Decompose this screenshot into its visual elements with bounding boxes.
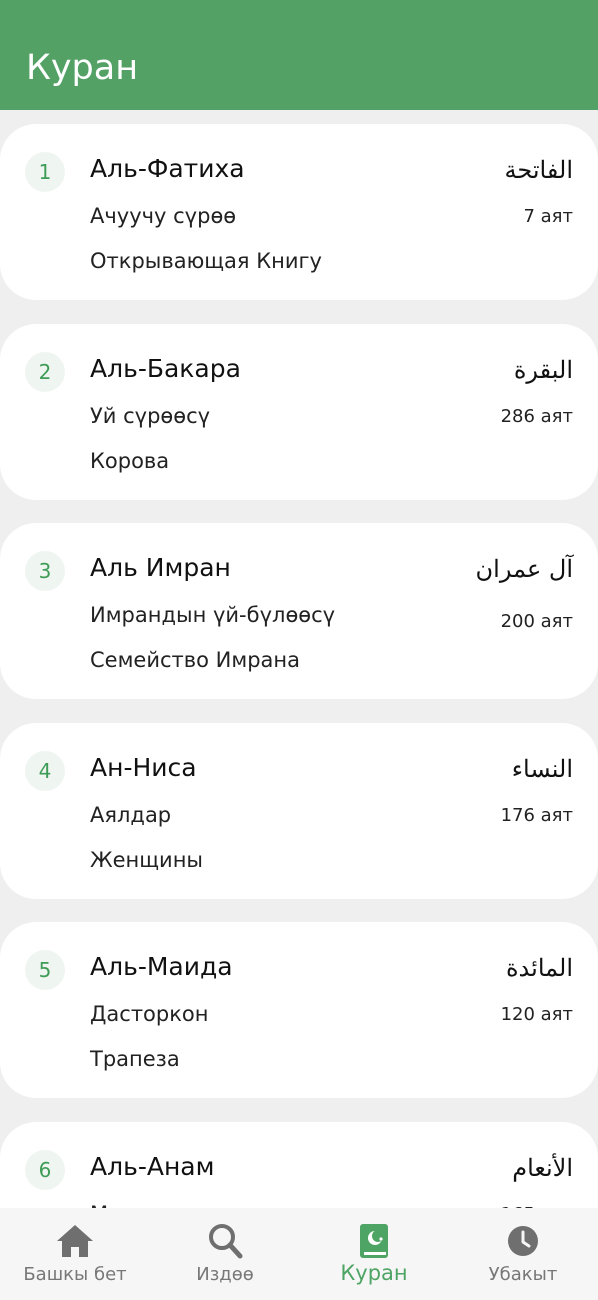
surah-russian-name: Корова xyxy=(90,449,170,473)
clock-icon xyxy=(508,1226,538,1256)
surah-meaning: Аялдар xyxy=(90,803,172,827)
surah-russian-name: Женщины xyxy=(90,848,204,872)
surah-arabic-name: المائدة xyxy=(505,954,573,982)
surah-meaning: Мал-жандыктар xyxy=(90,1197,270,1208)
surah-ayat-count: 286 аят xyxy=(500,406,573,427)
surah-arabic-name: الفاتحة xyxy=(504,156,573,184)
surah-ayat-count: 165 аят xyxy=(501,1200,573,1208)
surah-name: Аль-Анам xyxy=(90,1152,215,1181)
surah-arabic-name: البقرة xyxy=(513,356,573,384)
surah-name: Аль-Бакара xyxy=(90,354,241,383)
quran-book-icon xyxy=(360,1224,388,1258)
nav-item-time[interactable]: Убакыт xyxy=(448,1208,598,1300)
surah-meaning: Ачуучу сүрөө xyxy=(90,204,237,228)
surah-meaning: Имрандын үй-бүлөөсү xyxy=(90,603,336,627)
nav-label-quran: Куран xyxy=(340,1261,408,1285)
surah-russian-name: Открывающая Книгу xyxy=(90,249,322,273)
surah-ayat-count: 200 аят xyxy=(500,611,573,632)
nav-label-home: Башкы бет xyxy=(23,1264,127,1285)
surah-name: Аль Имран xyxy=(90,553,231,582)
surah-number-badge: 4 xyxy=(25,751,65,791)
nav-item-quran[interactable]: Куран xyxy=(299,1208,449,1300)
surah-card[interactable]: 2 Аль-Бакара البقرة Уй сүрөөсү 286 аят К… xyxy=(0,324,598,500)
surah-card[interactable]: 5 Аль-Маида المائدة Дасторкон 120 аят Тр… xyxy=(0,922,598,1098)
surah-ayat-count: 120 аят xyxy=(500,1004,573,1025)
nav-item-search[interactable]: Издөө xyxy=(150,1208,300,1300)
surah-ayat-count: 176 аят xyxy=(500,805,573,826)
home-icon xyxy=(57,1225,93,1257)
surah-arabic-name: النساء xyxy=(511,755,573,783)
surah-number-badge: 1 xyxy=(25,152,65,192)
surah-russian-name: Семейство Имрана xyxy=(90,648,301,672)
surah-arabic-name: آل عمران xyxy=(475,555,573,583)
surah-name: Аль-Маида xyxy=(90,952,233,981)
surah-arabic-name: الأنعام xyxy=(512,1154,573,1182)
surah-number-badge: 5 xyxy=(25,950,65,990)
surah-name: Аль-Фатиха xyxy=(90,154,245,183)
nav-label-search: Издөө xyxy=(196,1264,254,1285)
surah-number-badge: 6 xyxy=(25,1150,65,1190)
surah-meaning: Уй сүрөөсү xyxy=(90,404,211,428)
nav-item-home[interactable]: Башкы бет xyxy=(0,1208,150,1300)
nav-label-time: Убакыт xyxy=(488,1264,558,1285)
surah-list[interactable]: 1 Аль-Фатиха الفاتحة Ачуучу сүрөө 7 аят … xyxy=(0,110,598,1208)
surah-card[interactable]: 4 Ан-Ниса النساء Аялдар 176 аят Женщины xyxy=(0,723,598,899)
bottom-navigation: Башкы бет Издөө Куран Убакыт xyxy=(0,1208,598,1300)
surah-number-badge: 2 xyxy=(25,352,65,392)
surah-card[interactable]: 1 Аль-Фатиха الفاتحة Ачуучу сүрөө 7 аят … xyxy=(0,124,598,300)
search-icon xyxy=(209,1224,243,1259)
surah-card[interactable]: 3 Аль Имран آل عمران Имрандын үй-бүлөөсү… xyxy=(0,523,598,699)
page-title: Куран xyxy=(26,48,139,88)
surah-ayat-count: 7 аят xyxy=(523,206,573,227)
surah-card[interactable]: 6 Аль-Анам الأنعام Мал-жандыктар 165 аят xyxy=(0,1122,598,1208)
app-screen: Куран 1 Аль-Фатиха الفاتحة Ачуучу сүрөө … xyxy=(0,0,598,1300)
surah-russian-name: Трапеза xyxy=(90,1047,180,1071)
app-header: Куран xyxy=(0,0,598,110)
surah-meaning: Дасторкон xyxy=(90,1002,209,1026)
surah-name: Ан-Ниса xyxy=(90,753,197,782)
surah-number-badge: 3 xyxy=(25,551,65,591)
